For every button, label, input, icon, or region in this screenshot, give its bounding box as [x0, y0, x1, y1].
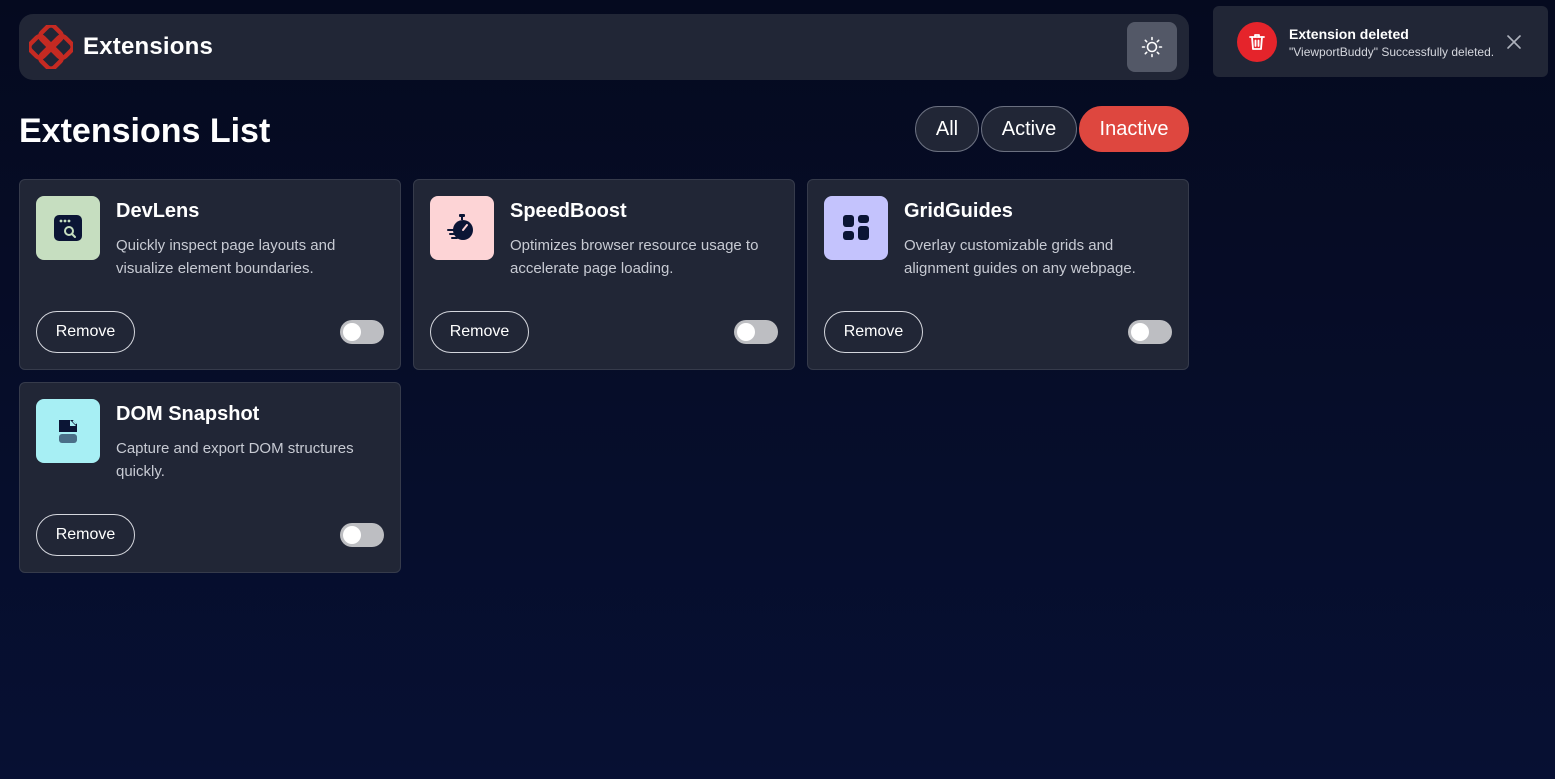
extensions-grid: DevLens Quickly inspect page layouts and…: [19, 179, 1189, 573]
toggle-knob: [343, 526, 361, 544]
filter-active-button[interactable]: Active: [981, 106, 1077, 152]
sun-icon: [1141, 36, 1163, 58]
toast-title: Extension deleted: [1289, 26, 1409, 42]
grid-icon: [824, 196, 888, 260]
remove-button[interactable]: Remove: [430, 311, 529, 353]
toast-message: "ViewportBuddy" Successfully deleted.: [1289, 45, 1495, 59]
toast-notification: Extension deleted "ViewportBuddy" Succes…: [1213, 6, 1548, 77]
toggle-knob: [343, 323, 361, 341]
extension-description: Capture and export DOM structures quickl…: [116, 440, 354, 480]
theme-toggle-button[interactable]: [1127, 22, 1177, 72]
remove-button[interactable]: Remove: [824, 311, 923, 353]
brand-title: Extensions: [83, 33, 214, 60]
extension-card: DevLens Quickly inspect page layouts and…: [19, 179, 401, 370]
remove-button[interactable]: Remove: [36, 514, 135, 556]
snapshot-icon: [36, 399, 100, 463]
extension-card: DOM Snapshot Capture and export DOM stru…: [19, 382, 401, 573]
extension-card: SpeedBoost Optimizes browser resource us…: [413, 179, 795, 370]
filter-group: All Active Inactive: [915, 106, 1189, 152]
toggle-knob: [1131, 323, 1149, 341]
extension-name: GridGuides: [904, 200, 1013, 222]
remove-button[interactable]: Remove: [36, 311, 135, 353]
page-title: Extensions List: [19, 112, 271, 150]
active-toggle[interactable]: [340, 320, 384, 344]
stopwatch-icon: [430, 196, 494, 260]
close-icon[interactable]: [1506, 34, 1522, 50]
logo-icon: [29, 25, 73, 69]
extension-description: Quickly inspect page layouts and visuali…: [116, 237, 336, 277]
active-toggle[interactable]: [340, 523, 384, 547]
filter-all-button[interactable]: All: [915, 106, 979, 152]
extension-name: DOM Snapshot: [116, 403, 260, 425]
devlens-icon: [36, 196, 100, 260]
trash-icon: [1237, 22, 1277, 62]
extension-card: GridGuides Overlay customizable grids an…: [807, 179, 1189, 370]
app-header: Extensions: [19, 14, 1189, 80]
toggle-knob: [737, 323, 755, 341]
extension-description: Overlay customizable grids and alignment…: [904, 237, 1136, 277]
extension-name: SpeedBoost: [510, 200, 627, 222]
active-toggle[interactable]: [1128, 320, 1172, 344]
filter-inactive-button[interactable]: Inactive: [1079, 106, 1189, 152]
extension-description: Optimizes browser resource usage to acce…: [510, 237, 759, 277]
active-toggle[interactable]: [734, 320, 778, 344]
extension-name: DevLens: [116, 200, 200, 222]
